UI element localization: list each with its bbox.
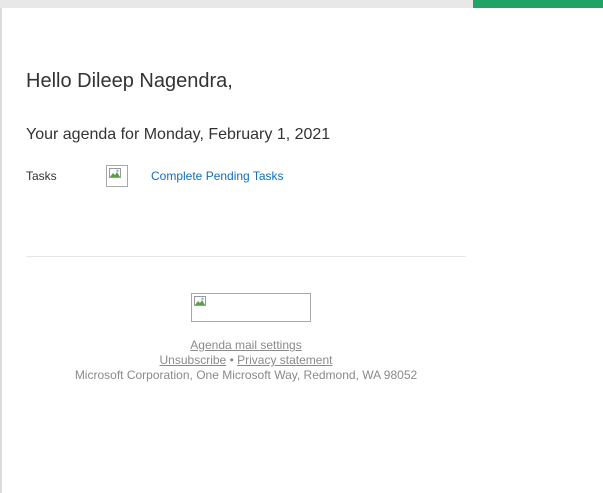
agenda-heading: Your agenda for Monday, February 1, 2021 [26,126,331,143]
broken-image-glyph [194,296,206,306]
broken-image-glyph [109,168,121,178]
footer-logo-icon [191,293,311,322]
unsubscribe-link[interactable]: Unsubscribe [160,353,227,367]
tasks-label: Tasks [26,169,57,183]
footer-separator: • [229,353,234,367]
tasks-row: Tasks Complete Pending Tasks [26,165,466,189]
company-address: Microsoft Corporation, One Microsoft Way… [74,368,418,382]
complete-pending-tasks-link[interactable]: Complete Pending Tasks [151,169,284,183]
accent-tab[interactable] [473,0,603,8]
broken-image-icon [106,165,128,187]
privacy-statement-link[interactable]: Privacy statement [237,353,332,367]
footer: Agenda mail settings Unsubscribe • Priva… [26,338,466,383]
divider [26,256,466,257]
left-border [0,8,2,493]
greeting: Hello Dileep Nagendra, [26,70,233,92]
agenda-mail-settings-link[interactable]: Agenda mail settings [190,338,301,352]
